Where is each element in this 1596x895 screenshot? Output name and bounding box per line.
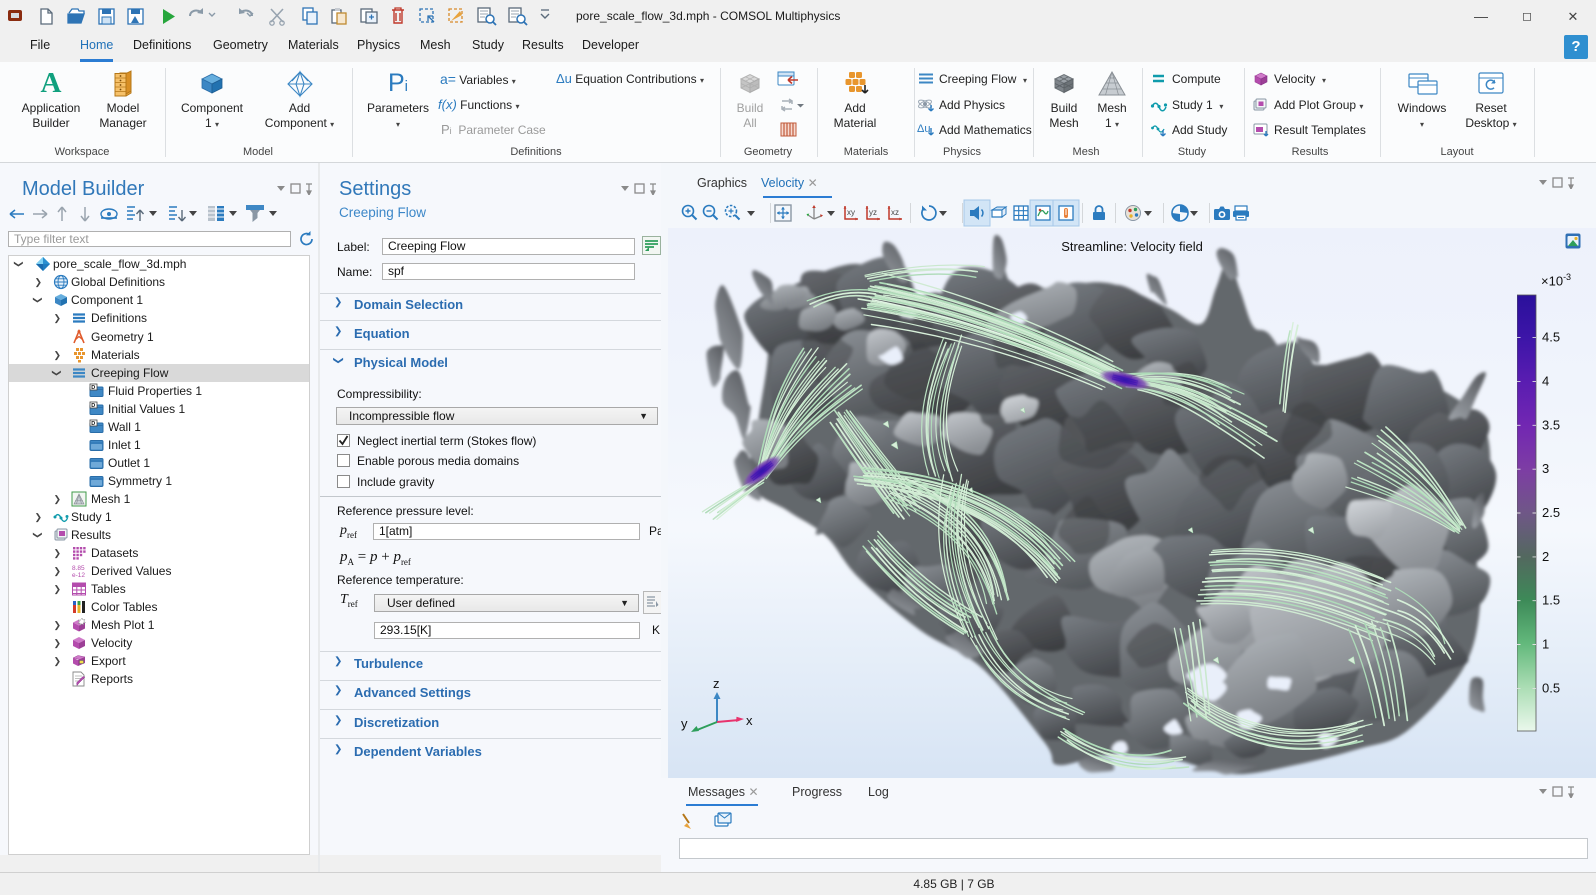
svg-text:xy: xy: [847, 208, 855, 217]
svg-text:xz: xz: [891, 208, 899, 217]
svg-text:8.85: 8.85: [72, 565, 85, 572]
svg-text:e-12: e-12: [72, 572, 85, 579]
svg-text:D: D: [91, 421, 95, 427]
svg-text:D: D: [91, 403, 95, 409]
svg-text:yz: yz: [869, 208, 877, 217]
svg-text:D: D: [91, 385, 95, 391]
